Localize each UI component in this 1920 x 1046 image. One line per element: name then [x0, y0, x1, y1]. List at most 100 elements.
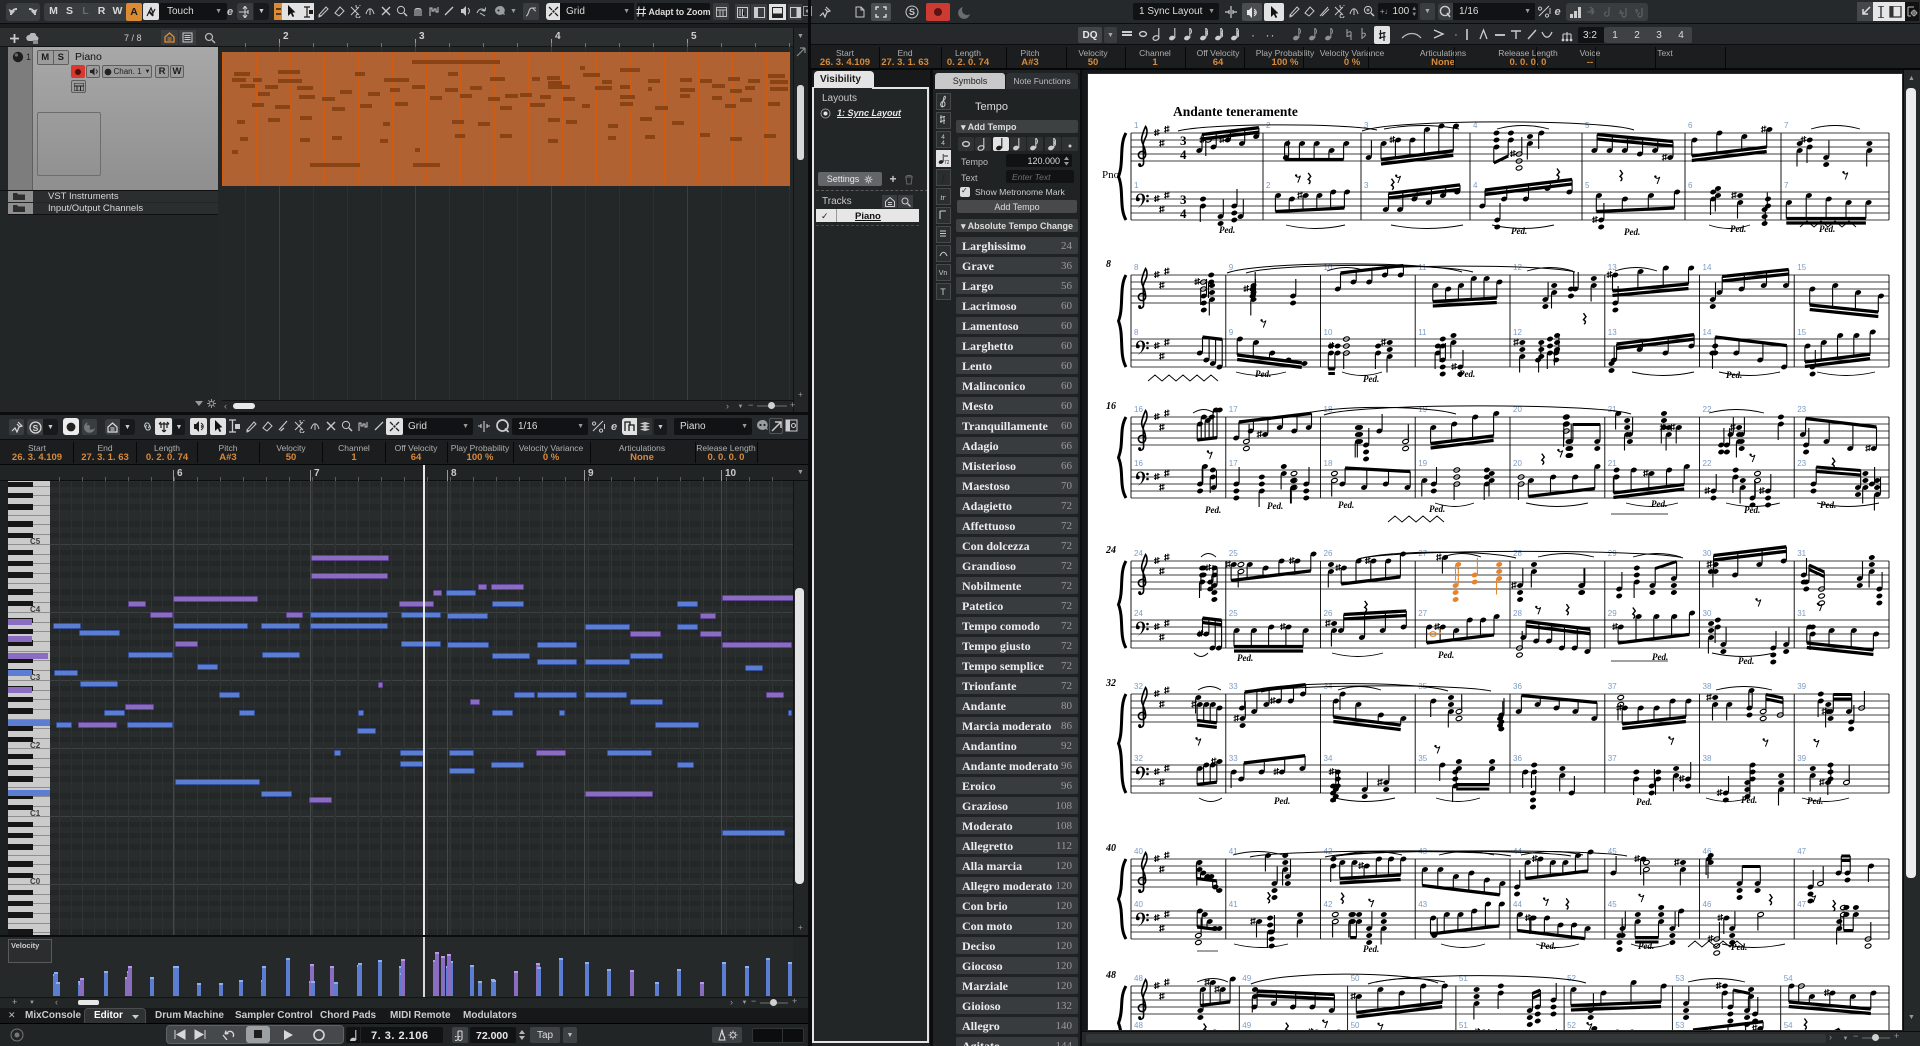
- svg-text:8: 8: [1134, 328, 1139, 337]
- svg-text:7: 7: [1784, 181, 1789, 190]
- svg-text:3: 3: [1180, 192, 1187, 207]
- svg-text:49: 49: [1242, 974, 1251, 983]
- svg-text:32: 32: [1105, 678, 1116, 689]
- svg-text:52: 52: [1567, 974, 1576, 983]
- svg-text:Ped.: Ped.: [1274, 796, 1290, 806]
- svg-text:24: 24: [1134, 549, 1143, 558]
- svg-text:8: 8: [1134, 263, 1139, 272]
- svg-text:Vn: Vn: [939, 270, 948, 277]
- svg-text:12: 12: [1513, 328, 1522, 337]
- svg-text:16: 16: [1134, 459, 1143, 468]
- svg-text:1: 1: [1134, 121, 1139, 130]
- svg-text:4: 4: [1473, 181, 1478, 190]
- svg-text:27: 27: [1418, 609, 1427, 618]
- svg-text:38: 38: [1703, 754, 1712, 763]
- svg-text:15: 15: [1797, 263, 1806, 272]
- svg-text:Ped.: Ped.: [1652, 652, 1668, 662]
- svg-text:9: 9: [1229, 328, 1234, 337]
- svg-text:Ped.: Ped.: [1338, 500, 1354, 510]
- svg-text:Pno: Pno: [1102, 169, 1120, 181]
- svg-text:Ped.: Ped.: [1819, 224, 1835, 234]
- svg-text:48: 48: [1134, 1021, 1143, 1030]
- svg-text:Ped.: Ped.: [1807, 796, 1823, 806]
- svg-text:37: 37: [1608, 754, 1617, 763]
- svg-text:29: 29: [1608, 549, 1617, 558]
- svg-text:30: 30: [1703, 549, 1712, 558]
- svg-text:Ped.: Ped.: [1511, 226, 1527, 236]
- svg-text:23: 23: [1797, 459, 1806, 468]
- svg-text:45: 45: [1608, 900, 1617, 909]
- svg-text:Ped.: Ped.: [1459, 369, 1475, 379]
- svg-text:Ped.: Ped.: [1540, 941, 1556, 951]
- svg-text:42: 42: [1324, 900, 1333, 909]
- svg-text:40: 40: [1134, 847, 1143, 856]
- svg-text:15: 15: [1797, 328, 1806, 337]
- svg-text:4: 4: [1180, 206, 1187, 221]
- svg-text:54: 54: [1784, 974, 1793, 983]
- svg-text:Ped.: Ped.: [1237, 653, 1253, 663]
- svg-text:2: 2: [1266, 181, 1271, 190]
- svg-text:3: 3: [1180, 133, 1187, 148]
- svg-text:19: 19: [1418, 459, 1427, 468]
- svg-text:54: 54: [1784, 1021, 1793, 1030]
- svg-text:20: 20: [1513, 459, 1522, 468]
- svg-text:Ped.: Ped.: [1651, 499, 1667, 509]
- svg-text:T: T: [940, 287, 946, 297]
- svg-text:7: 7: [1784, 121, 1789, 130]
- svg-text:21: 21: [1608, 459, 1617, 468]
- svg-text:32: 32: [1134, 754, 1143, 763]
- svg-text:11: 11: [1418, 328, 1427, 337]
- svg-text:2: 2: [1266, 121, 1271, 130]
- svg-text:28: 28: [1513, 609, 1522, 618]
- svg-text:49: 49: [1242, 1021, 1251, 1030]
- svg-text:Ped.: Ped.: [1741, 795, 1757, 805]
- svg-text:Ped.: Ped.: [1738, 656, 1754, 666]
- svg-text:Ped.: Ped.: [1205, 505, 1221, 515]
- svg-text:47: 47: [1797, 900, 1806, 909]
- svg-text:Ped.: Ped.: [1744, 505, 1760, 515]
- svg-text:22: 22: [1703, 459, 1712, 468]
- svg-text:Ped.: Ped.: [1638, 941, 1654, 951]
- svg-text:1: 1: [1134, 181, 1139, 190]
- svg-text:18: 18: [1324, 459, 1333, 468]
- svg-text:24: 24: [1105, 545, 1116, 556]
- svg-text:29: 29: [1608, 609, 1617, 618]
- svg-text:25: 25: [1229, 549, 1238, 558]
- svg-text:24: 24: [1134, 609, 1143, 618]
- svg-text:5: 5: [1585, 181, 1590, 190]
- svg-text:14: 14: [1703, 263, 1712, 272]
- svg-text:5: 5: [1585, 121, 1590, 130]
- svg-text:8: 8: [1106, 259, 1111, 270]
- svg-text:Ped.: Ped.: [1438, 650, 1454, 660]
- svg-text:14: 14: [1703, 328, 1712, 337]
- svg-text:53: 53: [1675, 974, 1684, 983]
- svg-text:16: 16: [1134, 405, 1143, 414]
- svg-text:10: 10: [1324, 328, 1333, 337]
- svg-text:Ped.: Ped.: [1267, 501, 1283, 511]
- svg-text:39: 39: [1797, 682, 1806, 691]
- svg-text:53: 53: [1675, 1021, 1684, 1030]
- svg-text:Ped.: Ped.: [1219, 225, 1235, 235]
- svg-text:33: 33: [1229, 754, 1238, 763]
- svg-text:31: 31: [1797, 609, 1806, 618]
- svg-text:44: 44: [1513, 900, 1522, 909]
- svg-text:46: 46: [1703, 900, 1712, 909]
- svg-text:13: 13: [1608, 328, 1617, 337]
- svg-text:Ped.: Ped.: [1255, 369, 1271, 379]
- svg-text:34: 34: [1324, 754, 1333, 763]
- svg-text:36: 36: [1513, 754, 1522, 763]
- svg-text:S: S: [908, 7, 914, 17]
- svg-text:Ped.: Ped.: [1730, 224, 1746, 234]
- svg-text:51: 51: [1459, 1021, 1468, 1030]
- svg-text:52: 52: [1567, 1021, 1576, 1030]
- svg-text:50: 50: [1351, 974, 1360, 983]
- svg-text:37: 37: [1608, 682, 1617, 691]
- svg-text:17: 17: [1229, 459, 1238, 468]
- svg-text:Ped.: Ped.: [1429, 504, 1445, 514]
- svg-text:6: 6: [1688, 121, 1693, 130]
- svg-text:48: 48: [1134, 974, 1143, 983]
- svg-text:50: 50: [1351, 1021, 1360, 1030]
- svg-text:48: 48: [1105, 970, 1116, 981]
- svg-text:Ped.: Ped.: [1363, 944, 1379, 954]
- svg-text:35: 35: [1418, 754, 1427, 763]
